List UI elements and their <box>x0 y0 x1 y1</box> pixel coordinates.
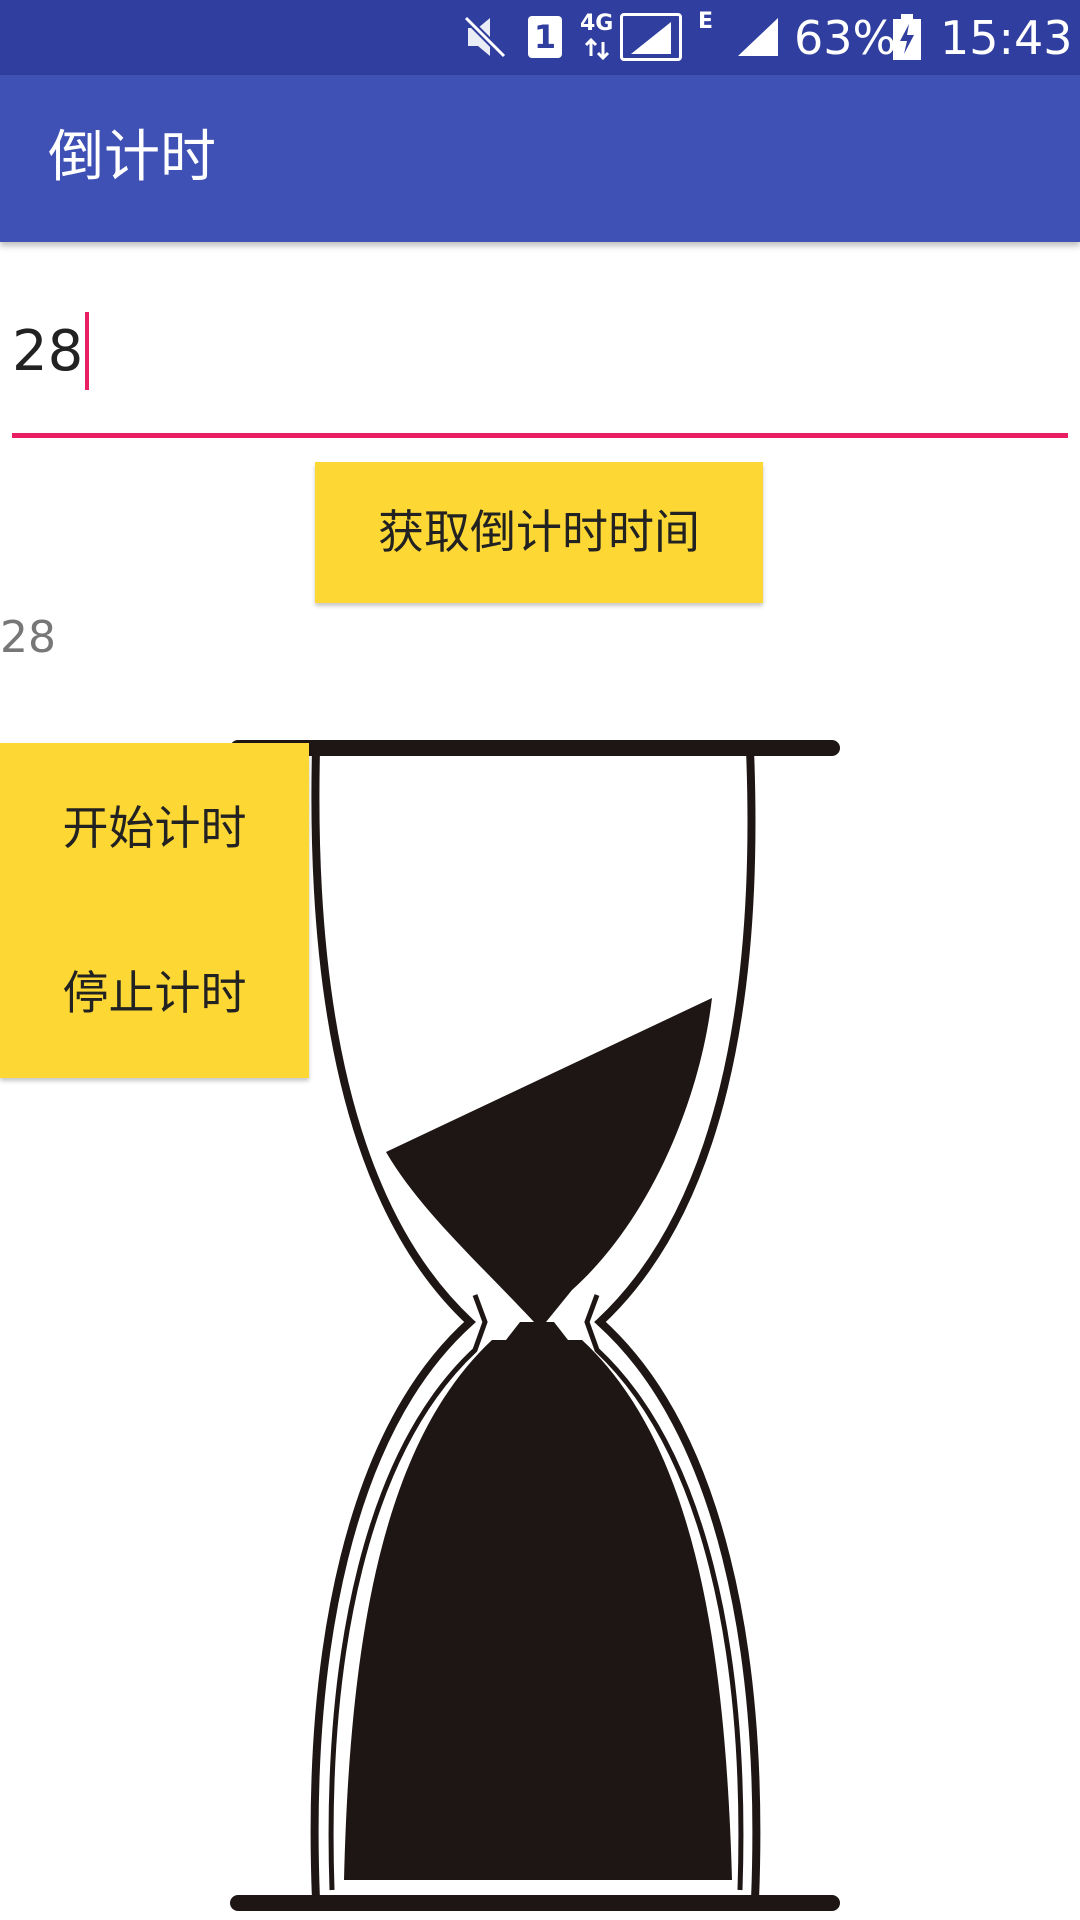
sim-icon: 1 <box>528 16 562 58</box>
hourglass-icon <box>230 740 840 1911</box>
signal-4g-icon <box>620 13 682 61</box>
app-bar: 倒计时 <box>0 75 1080 242</box>
signal-icon <box>738 18 778 56</box>
edge-label: E <box>698 9 714 34</box>
mute-icon <box>463 15 507 59</box>
countdown-display: 28 <box>0 612 56 663</box>
countdown-input[interactable]: 28 <box>12 300 1068 440</box>
start-timer-button[interactable]: 开始计时 <box>0 753 309 903</box>
sim-label: 1 <box>533 18 557 56</box>
data-arrows-icon <box>584 38 610 60</box>
status-bar: 1 4G E 63% 15:43 <box>0 0 1080 75</box>
screen: 1 4G E 63% 15:43 倒计时 28 获取倒计时时间 28 开始计时 … <box>0 0 1080 1920</box>
input-text: 28 <box>12 319 84 385</box>
app-title: 倒计时 <box>48 125 216 190</box>
battery-charging-icon <box>893 14 921 60</box>
timer-controls: 开始计时 停止计时 <box>0 743 309 1078</box>
get-countdown-time-button[interactable]: 获取倒计时时间 <box>315 462 763 603</box>
countdown-input-value[interactable]: 28 <box>12 312 90 394</box>
battery-percent: 63% <box>794 11 897 65</box>
input-underline <box>12 433 1068 438</box>
stop-timer-button[interactable]: 停止计时 <box>0 918 309 1068</box>
network-label: 4G <box>580 11 614 36</box>
text-caret <box>85 312 90 390</box>
clock-time: 15:43 <box>940 11 1073 65</box>
